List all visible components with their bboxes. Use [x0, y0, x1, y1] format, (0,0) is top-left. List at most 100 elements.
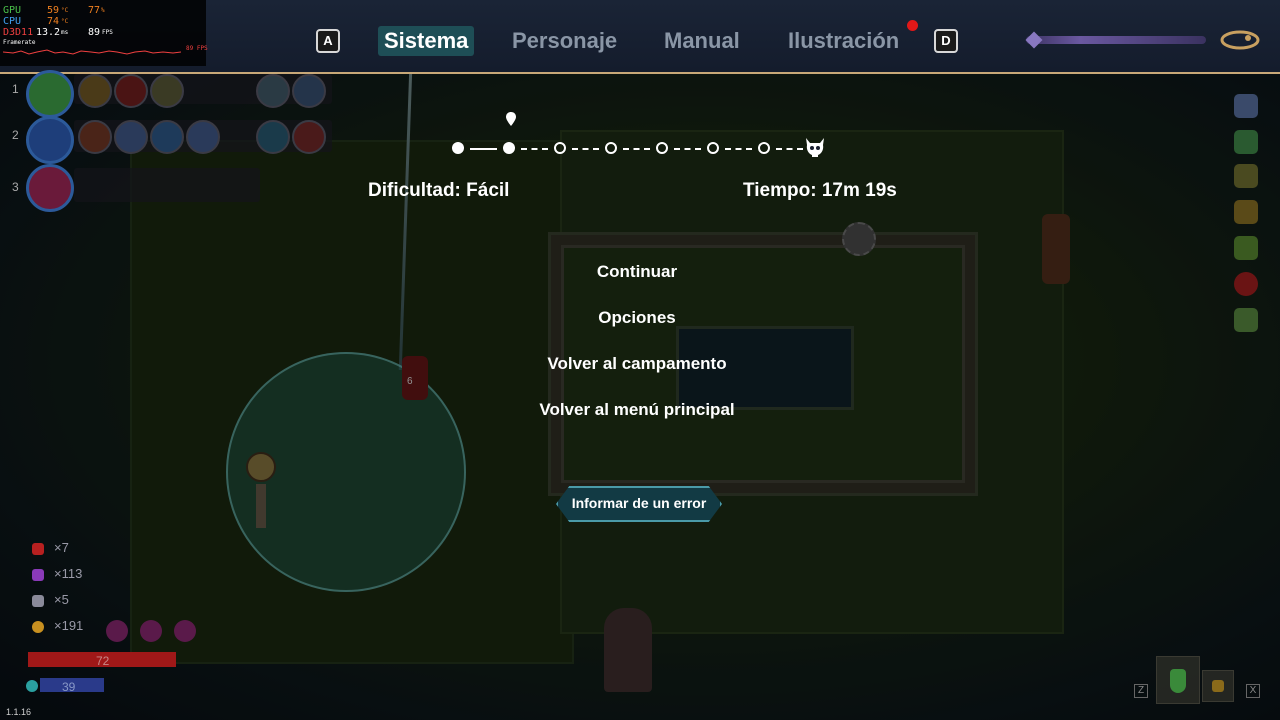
skill-wand-icon[interactable] [114, 120, 148, 154]
report-bug-button[interactable]: Informar de un error [556, 486, 722, 522]
gpu-usage: 77 [88, 5, 101, 16]
tab-sistema[interactable]: Sistema [378, 26, 475, 56]
key-hint-z: Z [1134, 684, 1148, 698]
return-to-camp-button[interactable]: Volver al campamento [440, 354, 834, 374]
gpu-temp: 59 [47, 5, 60, 16]
continue-button[interactable]: Continuar [440, 262, 834, 282]
notification-dot [907, 20, 918, 31]
relic-crystal-icon [1234, 200, 1258, 224]
quill-icon [1218, 26, 1262, 54]
skill-rune-icon[interactable] [150, 74, 184, 108]
potion-orb-icon [174, 620, 196, 642]
item-slot-potion[interactable] [1156, 656, 1200, 704]
tab-ilustracion[interactable]: Ilustración [782, 26, 905, 56]
stage-node-upcoming [758, 142, 770, 154]
skill-bird-icon[interactable] [256, 74, 290, 108]
gpu-temp-unit: °C [61, 7, 69, 14]
skill-row-2-number: 2 [12, 128, 19, 142]
stage-progress-track [452, 112, 832, 162]
skill-row-3 [74, 168, 260, 202]
stage-node-completed [503, 142, 515, 154]
decorative-scroll-bar [1026, 36, 1206, 44]
skill-vortex-icon[interactable] [114, 74, 148, 108]
skill-blade-icon[interactable] [186, 120, 220, 154]
cpu-temp: 74 [47, 16, 60, 27]
skill-row-1-number: 1 [12, 82, 19, 96]
current-location-pin-icon [506, 112, 516, 126]
relic-bird-icon [1234, 94, 1258, 118]
key-hint-x: X [1246, 684, 1260, 698]
fruit-icon [1212, 680, 1224, 692]
stage-node-upcoming [656, 142, 668, 154]
stage-node-upcoming [554, 142, 566, 154]
stage-link [623, 148, 650, 150]
skill-creature-icon[interactable] [292, 120, 326, 154]
version-label: 1.1.16 [6, 707, 32, 717]
relic-leaf-icon [1234, 236, 1258, 260]
keys-count: ×5 [54, 592, 69, 607]
skill-water-icon[interactable] [256, 120, 290, 154]
tab-manual[interactable]: Manual [658, 26, 746, 56]
cpu-label: CPU [3, 16, 22, 27]
resource-red-gems: ×7 [32, 540, 69, 555]
next-tab-key[interactable]: D [934, 29, 958, 53]
boss-skull-icon [804, 136, 826, 163]
potion-orb-icon [106, 620, 128, 642]
prev-tab-key[interactable]: A [316, 29, 340, 53]
potion-orb-icon [140, 620, 162, 642]
stage-link [521, 148, 548, 150]
coin-icon [32, 620, 44, 633]
skill-splash-icon[interactable] [292, 74, 326, 108]
health-value: 72 [96, 654, 110, 668]
stage-link [725, 148, 752, 150]
return-to-main-menu-button[interactable]: Volver al menú principal [440, 400, 834, 420]
performance-overlay: GPU 59 °C 77 % CPU 74 °C D3D11 13.2 ms 8… [0, 0, 208, 66]
elapsed-time-label: Tiempo: 17m 19s [743, 180, 897, 201]
gpu-usage-unit: % [101, 7, 105, 14]
relic-clover-icon [1234, 130, 1258, 154]
options-button[interactable]: Opciones [440, 308, 834, 328]
skill-arrows-icon[interactable] [78, 74, 112, 108]
fps-unit: FPS [102, 29, 113, 36]
stage-link [470, 148, 497, 150]
resource-purple-crystals: ×113 [32, 566, 82, 581]
mana-icon [26, 680, 38, 692]
key-icon [32, 594, 44, 607]
frametime: 13.2 [36, 27, 61, 38]
stage-node-completed [452, 142, 464, 154]
mana-value: 39 [62, 680, 76, 694]
skill-spiral-icon[interactable] [150, 120, 184, 154]
stage-link [776, 148, 803, 150]
resource-keys: ×5 [32, 592, 69, 607]
coins-count: ×191 [54, 618, 84, 633]
frametime-unit: ms [61, 29, 69, 36]
purple-crystal-icon [32, 568, 44, 581]
api-label: D3D11 [3, 27, 34, 38]
red-gem-icon [32, 542, 44, 555]
skill-gem-icon[interactable] [26, 164, 74, 212]
stage-node-upcoming [707, 142, 719, 154]
tab-personaje[interactable]: Personaje [506, 26, 623, 56]
cpu-temp-unit: °C [61, 18, 69, 25]
framerate-graph [3, 49, 181, 55]
skill-staff-icon[interactable] [26, 116, 74, 164]
gpu-label: GPU [3, 5, 22, 16]
relic-arrow-icon [1234, 308, 1258, 332]
skill-leaf-icon[interactable] [26, 70, 74, 118]
skill-row-3-number: 3 [12, 180, 19, 194]
relic-orb-icon [1234, 272, 1258, 296]
scroll-gem-icon [1025, 31, 1043, 49]
resource-coins: ×191 [32, 618, 83, 633]
fps: 89 [88, 27, 101, 38]
skill-fire-rod-icon[interactable] [78, 120, 112, 154]
stage-link [572, 148, 599, 150]
stage-node-upcoming [605, 142, 617, 154]
graph-max-label: 89 FPS [186, 45, 208, 52]
item-slot-secondary[interactable] [1202, 670, 1234, 702]
difficulty-label: Dificultad: Fácil [368, 180, 510, 201]
green-potion-icon [1170, 669, 1186, 693]
stage-link [674, 148, 701, 150]
red-gems-count: ×7 [54, 540, 69, 555]
relic-flame-icon [1234, 164, 1258, 188]
purple-crystals-count: ×113 [54, 566, 83, 581]
